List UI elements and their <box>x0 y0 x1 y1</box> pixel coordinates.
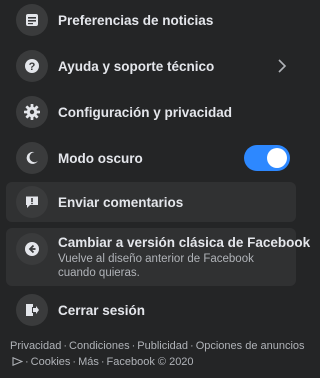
footer-copyright: Facebook © 2020 <box>106 356 194 368</box>
menu-item-label: Preferencias de noticias <box>58 13 214 28</box>
footer-link-privacy[interactable]: Privacidad <box>10 340 61 352</box>
help-icon: ? <box>16 50 48 82</box>
feedback-icon <box>16 186 48 218</box>
footer-link-more[interactable]: Más <box>78 356 99 368</box>
gear-icon <box>16 96 48 128</box>
menu-item-news-preferences[interactable]: Preferencias de noticias <box>6 2 296 38</box>
back-arrow-icon <box>16 233 48 265</box>
menu-item-sublabel: Vuelve al diseño anterior de Facebook cu… <box>58 253 254 279</box>
footer-link-cookies[interactable]: Cookies <box>31 356 71 368</box>
menu-item-label: Modo oscuro <box>58 151 143 166</box>
ad-choices-icon <box>12 357 23 366</box>
footer-link-terms[interactable]: Condiciones <box>69 340 130 352</box>
menu-item-switch-classic[interactable]: Cambiar a versión clásica de Facebook Vu… <box>6 228 310 286</box>
menu-item-logout[interactable]: Cerrar sesión <box>6 292 296 328</box>
svg-text:?: ? <box>29 61 36 73</box>
menu-item-label: Configuración y privacidad <box>58 105 233 120</box>
logout-icon <box>16 294 48 326</box>
footer-links: Privacidad · Condiciones · Publicidad · Opcion… <box>10 340 305 368</box>
menu-item-dark-mode[interactable]: Modo oscuro <box>6 140 296 176</box>
menu-item-label: Ayuda y soporte técnico <box>58 59 215 74</box>
menu-item-label: Enviar comentarios <box>58 195 184 210</box>
menu-item-send-feedback[interactable]: Enviar comentarios <box>6 182 296 222</box>
menu-item-help[interactable]: ? Ayuda y soporte técnico <box>6 48 296 84</box>
news-preferences-icon <box>16 4 48 36</box>
chevron-right-icon <box>278 59 287 73</box>
menu-item-label: Cerrar sesión <box>58 303 146 318</box>
account-menu: Preferencias de noticias ? Ayuda y sopor… <box>0 0 310 378</box>
menu-item-label: Cambiar a versión clásica de Facebook <box>58 235 311 250</box>
footer-link-advertising[interactable]: Publicidad <box>137 340 188 352</box>
dark-mode-toggle[interactable] <box>244 145 290 171</box>
menu-item-settings-privacy[interactable]: Configuración y privacidad <box>6 94 296 130</box>
toggle-knob <box>267 148 287 168</box>
moon-icon <box>16 142 48 174</box>
